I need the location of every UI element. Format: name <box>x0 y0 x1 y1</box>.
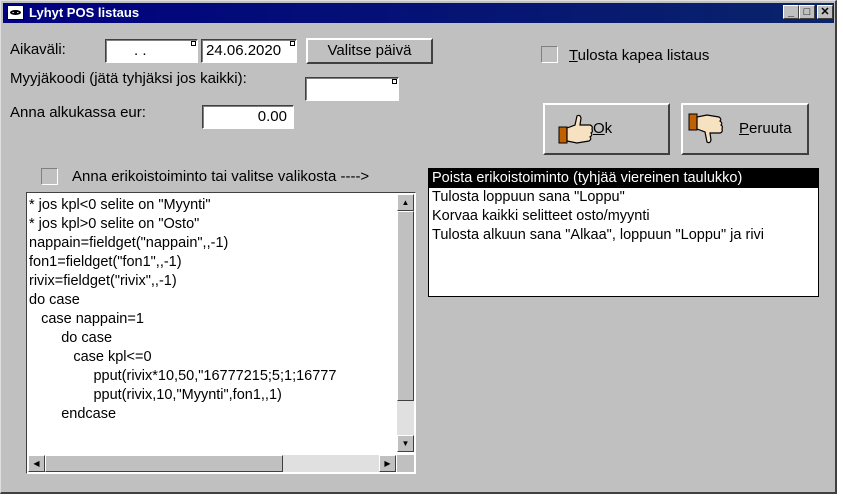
thumbs-down-icon <box>688 113 723 144</box>
end-date-field[interactable]: 24.06.2020 <box>201 39 297 63</box>
vertical-scrollbar[interactable]: ▲ ▼ <box>397 194 414 452</box>
code-line: pput(rivix*10,50,"16777215;5;1;16777 <box>29 368 337 384</box>
code-line: endcase <box>29 406 117 422</box>
scrollbar-corner <box>397 455 414 472</box>
code-line: pput(rivix,10,"Myynti",fon1,,1) <box>29 387 282 403</box>
cancel-button[interactable]: Peruuta <box>681 103 809 155</box>
field-corner-marker <box>392 79 397 84</box>
special-function-list[interactable]: Poista erikoistoiminto (tyhjää viereinen… <box>428 168 819 297</box>
narrow-print-label[interactable]: Tulosta kapea listaus <box>569 47 709 64</box>
vertical-scroll-thumb[interactable] <box>397 211 414 401</box>
start-date-value: . . <box>134 42 147 59</box>
opening-cash-label: Anna alkukassa eur: <box>10 104 146 121</box>
seller-code-label: Myyjäkoodi (jätä tyhjäksi jos kaikki): <box>10 70 247 87</box>
minimize-button[interactable]: _ <box>783 5 799 19</box>
code-line: case kpl<=0 <box>29 349 152 365</box>
scroll-left-arrow-icon[interactable]: ◀ <box>28 455 45 472</box>
special-function-editor[interactable]: * jos kpl<0 selite on "Myynti" * jos kpl>… <box>26 192 416 474</box>
narrow-print-hotkey: T <box>569 47 578 64</box>
code-line: rivix=fieldget("rivix",,-1) <box>29 273 177 289</box>
special-function-checkbox[interactable] <box>41 168 58 185</box>
narrow-print-checkbox[interactable] <box>541 46 558 63</box>
window-title: Lyhyt POS listaus <box>29 5 140 20</box>
scroll-up-arrow-icon[interactable]: ▲ <box>397 194 414 211</box>
function-list-item[interactable]: Tulosta loppuun sana "Loppu" <box>429 188 818 207</box>
code-line: do case <box>29 330 113 346</box>
function-list-item[interactable]: Poista erikoistoiminto (tyhjää viereinen… <box>429 169 818 188</box>
select-date-button-label: Valitse päivä <box>327 42 412 59</box>
narrow-print-label-rest: ulosta kapea listaus <box>577 47 710 64</box>
end-date-value: 24.06.2020 <box>206 42 282 59</box>
code-line: * jos kpl>0 selite on "Osto" <box>29 216 200 232</box>
scroll-down-arrow-icon[interactable]: ▼ <box>397 435 414 452</box>
function-list-item[interactable]: Tulosta alkuun sana "Alkaa", loppuun "Lo… <box>429 226 818 245</box>
opening-cash-value: 0.00 <box>257 108 287 125</box>
horizontal-scroll-thumb[interactable] <box>45 455 283 472</box>
special-function-label: Anna erikoistoiminto tai valitse valikos… <box>72 168 370 185</box>
close-button[interactable]: ✕ <box>817 5 833 19</box>
code-line: do case <box>29 292 80 308</box>
opening-cash-field[interactable]: 0.00 <box>202 105 294 129</box>
thumbs-up-icon <box>558 114 593 144</box>
code-line: nappain=fieldget("nappain",,-1) <box>29 235 229 251</box>
ok-button[interactable]: Ok <box>543 103 670 155</box>
code-text[interactable]: * jos kpl<0 selite on "Myynti" * jos kpl>… <box>29 196 395 450</box>
code-line: case nappain=1 <box>29 311 144 327</box>
field-corner-marker <box>290 41 295 46</box>
cancel-button-label: Peruuta <box>739 120 792 137</box>
maximize-button[interactable]: □ <box>799 5 815 19</box>
function-list-item[interactable]: Korvaa kaikki selitteet osto/myynti <box>429 207 818 226</box>
start-date-field[interactable]: . . <box>105 39 198 63</box>
field-corner-marker <box>191 41 196 46</box>
ok-button-label: Ok <box>593 120 613 137</box>
horizontal-scrollbar[interactable]: ◀ ▶ <box>28 455 396 472</box>
select-date-button[interactable]: Valitse päivä <box>306 38 433 64</box>
scroll-right-arrow-icon[interactable]: ▶ <box>379 455 396 472</box>
eye-icon <box>7 5 24 20</box>
seller-code-field[interactable] <box>305 77 399 101</box>
pos-listing-window: Lyhyt POS listaus _ □ ✕ Aikaväli: . . 24… <box>0 0 837 494</box>
date-range-label: Aikaväli: <box>10 41 66 58</box>
title-bar[interactable]: Lyhyt POS listaus _ □ ✕ <box>3 3 834 23</box>
code-line: * jos kpl<0 selite on "Myynti" <box>29 197 211 213</box>
code-line: fon1=fieldget("fon1",,-1) <box>29 254 182 270</box>
